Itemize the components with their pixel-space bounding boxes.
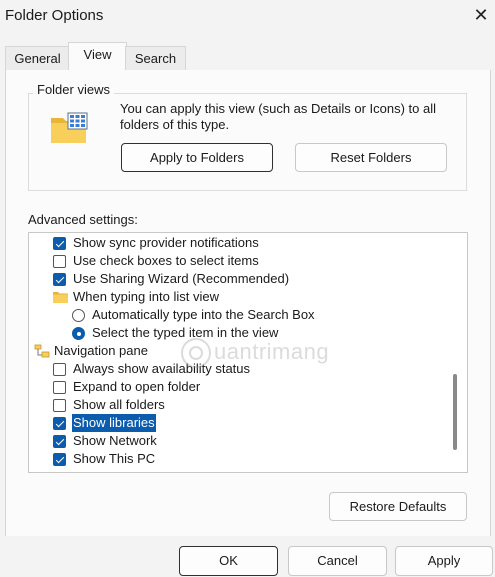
checkbox-checked[interactable]: [53, 273, 66, 286]
watermark-text: uantrimang: [214, 338, 330, 364]
ok-button[interactable]: OK: [179, 546, 278, 576]
list-item-label: Use Sharing Wizard (Recommended): [73, 271, 290, 286]
list-item-label: When typing into list view: [73, 289, 219, 304]
list-item-label: Show sync provider notifications: [73, 235, 259, 250]
apply-to-folders-button[interactable]: Apply to Folders: [121, 143, 273, 172]
checkbox-checked[interactable]: [53, 453, 66, 466]
checkbox-checked[interactable]: [53, 237, 66, 250]
checkbox-unchecked[interactable]: [53, 363, 66, 376]
restore-defaults-button[interactable]: Restore Defaults: [329, 492, 467, 521]
scrollbar-thumb[interactable]: [453, 374, 457, 450]
list-item[interactable]: Use Sharing Wizard (Recommended): [29, 270, 449, 288]
list-item[interactable]: Use check boxes to select items: [29, 252, 449, 270]
list-item[interactable]: Show libraries: [29, 414, 449, 432]
folder-views-description: You can apply this view (such as Details…: [120, 101, 437, 132]
tab-general[interactable]: General: [5, 46, 70, 71]
list-item-label: Show Network: [73, 433, 157, 448]
close-icon[interactable]: ✕: [468, 2, 494, 28]
watermark: uantrimang: [178, 335, 329, 371]
list-item[interactable]: Expand to open folder: [29, 378, 449, 396]
list-item-label: Expand to open folder: [73, 379, 201, 394]
checkbox-unchecked[interactable]: [53, 381, 66, 394]
window-title: Folder Options: [5, 7, 104, 24]
watermark-logo-icon: [181, 338, 211, 368]
list-item[interactable]: Show This PC: [29, 450, 449, 468]
list-item-label: Use check boxes to select items: [73, 253, 259, 268]
cancel-button[interactable]: Cancel: [288, 546, 387, 576]
list-item-label: Automatically type into the Search Box: [92, 307, 315, 322]
checkbox-unchecked[interactable]: [53, 399, 66, 412]
tab-search[interactable]: Search: [125, 46, 186, 71]
checkbox-checked[interactable]: [53, 435, 66, 448]
folder-icon: [53, 292, 68, 303]
list-item-label: Show This PC: [73, 451, 156, 466]
list-item-label-selected: Show libraries: [72, 414, 156, 432]
list-item[interactable]: Show all folders: [29, 396, 449, 414]
radio-unselected[interactable]: [72, 309, 85, 322]
list-item[interactable]: Show sync provider notifications: [29, 234, 449, 252]
list-item-label: Navigation pane: [54, 343, 148, 358]
checkbox-checked[interactable]: [53, 417, 66, 430]
reset-folders-button[interactable]: Reset Folders: [295, 143, 447, 172]
apply-button[interactable]: Apply: [395, 546, 493, 576]
tab-view[interactable]: View: [68, 42, 127, 72]
folder-views-icon: [51, 112, 88, 143]
list-item-label: Show all folders: [73, 397, 165, 412]
list-item: When typing into list view: [29, 288, 449, 306]
list-item[interactable]: Show Network: [29, 432, 449, 450]
advanced-settings-label: Advanced settings:: [28, 212, 138, 227]
checkbox-unchecked[interactable]: [53, 255, 66, 268]
navigation-pane-icon: [34, 344, 50, 358]
list-item[interactable]: Automatically type into the Search Box: [29, 306, 449, 324]
folder-views-label: Folder views: [33, 82, 114, 97]
radio-selected[interactable]: [72, 327, 85, 340]
